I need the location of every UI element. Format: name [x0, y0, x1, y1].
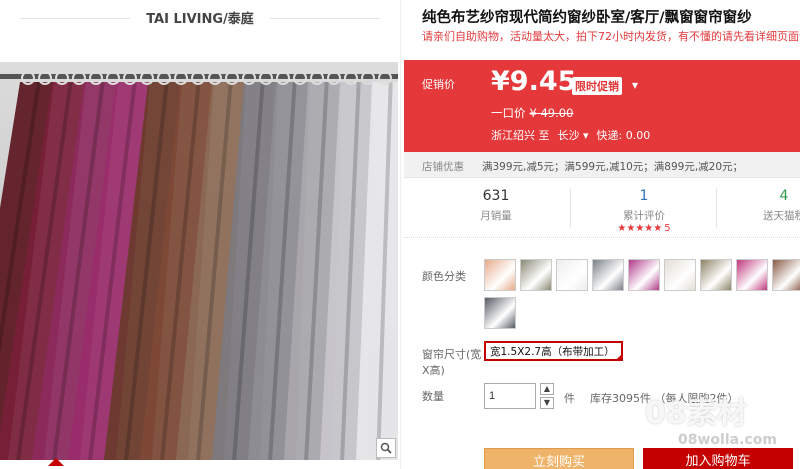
watermark-logo: 08素材 — [645, 396, 747, 431]
promo-label: 促销价 — [422, 78, 455, 91]
ship-from: 浙江绍兴 至 — [491, 129, 550, 142]
product-gallery: TAI LIVING/泰庭 — [0, 0, 400, 469]
curtain-illustration — [0, 62, 398, 460]
limited-promo-badge: 限时促销 — [572, 77, 622, 95]
original-price: ¥ 49.00 — [529, 106, 574, 120]
promo-panel: 促销价 ¥9.45 限时促销 ▾ 一口价 ¥ 49.00 浙江绍兴 至长沙 ▾ 快递… — [404, 60, 800, 152]
chevron-down-icon[interactable]: ▾ — [632, 78, 638, 92]
quantity-input[interactable] — [484, 383, 536, 409]
zoom-icon[interactable] — [376, 438, 396, 458]
color-swatch[interactable] — [628, 259, 660, 291]
color-swatch[interactable] — [700, 259, 732, 291]
watermark-url: 08wolla.com — [678, 432, 777, 448]
reviews-label: 累计评价 — [623, 210, 665, 222]
points-value: 4 — [779, 188, 789, 204]
quantity-unit: 件 — [564, 392, 575, 405]
reviews-value: 1 — [639, 188, 649, 204]
ship-destination-select[interactable]: 长沙 ▾ — [558, 129, 589, 142]
reviews-stat[interactable]: 1 累计评价 ★★★★★ 5 — [604, 188, 684, 234]
color-swatch[interactable] — [484, 297, 516, 329]
shipping-row: 浙江绍兴 至长沙 ▾ 快递: 0.00 — [491, 127, 650, 143]
color-swatch[interactable] — [772, 259, 800, 291]
color-swatch[interactable] — [520, 259, 552, 291]
brand-divider-right — [270, 18, 380, 19]
color-swatch[interactable] — [484, 259, 516, 291]
quantity-label: 数量 — [422, 390, 444, 403]
stat-divider — [570, 188, 571, 228]
size-label: 窗帘尺寸(宽 — [422, 348, 482, 361]
color-swatch[interactable] — [592, 259, 624, 291]
size-label-cont: X高) — [422, 364, 445, 377]
original-price-row: 一口价 ¥ 49.00 — [491, 105, 573, 121]
quantity-up-icon[interactable]: ▲ — [540, 383, 554, 395]
product-title: 纯色布艺纱帘现代简约窗纱卧室/客厅/飘窗窗帘窗纱 — [422, 10, 752, 26]
stat-divider — [716, 188, 717, 228]
monthly-sales-stat: 631 月销量 — [466, 188, 526, 223]
points-label: 送天猫积 — [763, 210, 800, 222]
shipping-fee: 快递: 0.00 — [596, 129, 651, 142]
monthly-sales-label: 月销量 — [480, 210, 512, 222]
product-photo[interactable] — [0, 62, 398, 460]
add-to-cart-button[interactable]: 加入购物车 — [643, 448, 793, 469]
promo-price: ¥9.45 — [491, 66, 577, 97]
product-subtitle: 请亲们自助购物，活动量太大，拍下72小时内发货，有不懂的请先看详细页面说 — [422, 30, 800, 43]
size-option-selected[interactable]: 宽1.5X2.7高（布带加工） — [484, 341, 623, 361]
buy-now-button[interactable]: 立刻购买 — [484, 448, 634, 469]
coupons-label: 店铺优惠 — [422, 161, 464, 173]
points-stat: 4 送天猫积 — [754, 188, 800, 223]
panel-divider — [400, 0, 401, 469]
sales-stats: 631 月销量 1 累计评价 ★★★★★ 5 4 送天猫积 — [404, 180, 800, 238]
store-coupons: 店铺优惠 满399元,减5元；满599元,减10元；满899元,减20元； — [404, 152, 800, 178]
rating-count: 5 — [664, 223, 671, 234]
coupons-text: 满399元,减5元；满599元,减10元；满899元,减20元； — [482, 161, 744, 173]
selected-check-icon — [615, 353, 623, 361]
color-label: 颜色分类 — [422, 270, 466, 283]
rating-stars-icon: ★★★★★ 5 — [604, 223, 684, 234]
ship-destination: 长沙 — [557, 129, 580, 142]
quantity-down-icon[interactable]: ▼ — [540, 397, 554, 409]
color-swatch[interactable] — [556, 259, 588, 291]
color-swatch[interactable] — [664, 259, 696, 291]
thumbnail-indicator-icon — [48, 458, 64, 466]
monthly-sales-value: 631 — [482, 188, 510, 204]
original-price-label: 一口价 — [491, 106, 526, 120]
rating-stars: ★★★★★ — [617, 223, 663, 234]
size-option-label: 宽1.5X2.7高（布带加工） — [490, 346, 615, 358]
color-swatch[interactable] — [736, 259, 768, 291]
